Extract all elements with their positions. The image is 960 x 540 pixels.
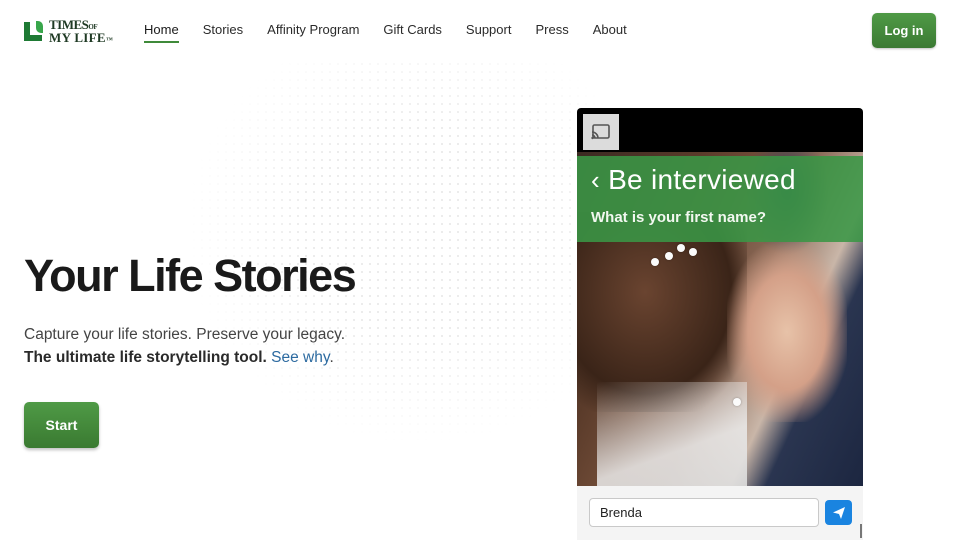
nav-support[interactable]: Support (466, 22, 512, 43)
login-button[interactable]: Log in (872, 13, 936, 48)
video-scroll-indicator (860, 524, 862, 538)
demo-video[interactable]: ‹ Be interviewed What is your first name… (577, 108, 863, 540)
nav-press[interactable]: Press (535, 22, 568, 43)
cast-button[interactable] (583, 114, 619, 150)
start-button[interactable]: Start (24, 402, 99, 448)
main-nav: Home Stories Affinity Program Gift Cards… (144, 22, 651, 43)
first-name-input[interactable] (589, 498, 819, 527)
nav-affinity-program[interactable]: Affinity Program (267, 22, 359, 43)
site-header: TIMESOF MY LIFE™ Home Stories Affinity P… (0, 0, 960, 62)
nav-about[interactable]: About (593, 22, 627, 43)
interview-question: What is your first name? (591, 209, 767, 226)
tagline-period: . (329, 349, 334, 366)
logo-mark-icon (24, 19, 46, 43)
nav-home[interactable]: Home (144, 22, 179, 43)
interview-title[interactable]: ‹ Be interviewed (591, 164, 796, 196)
send-icon (832, 506, 845, 519)
send-button[interactable] (825, 500, 852, 525)
see-why-link[interactable]: See why (271, 349, 329, 366)
site-logo[interactable]: TIMESOF MY LIFE™ (24, 14, 116, 48)
logo-wordmark: TIMESOF MY LIFE™ (49, 17, 114, 45)
cast-icon (591, 124, 610, 140)
hero-subtitle: Capture your life stories. Preserve your… (24, 326, 346, 343)
hero-subtitle-block: Capture your life stories. Preserve your… (24, 323, 345, 369)
hero-tagline: The ultimate life storytelling tool. (24, 349, 267, 366)
answer-bar (577, 486, 863, 540)
interview-panel: ‹ Be interviewed What is your first name… (577, 156, 863, 242)
nav-stories[interactable]: Stories (203, 22, 243, 43)
nav-gift-cards[interactable]: Gift Cards (383, 22, 442, 43)
chevron-left-icon[interactable]: ‹ (591, 165, 600, 195)
hero-title: Your Life Stories (24, 250, 357, 301)
